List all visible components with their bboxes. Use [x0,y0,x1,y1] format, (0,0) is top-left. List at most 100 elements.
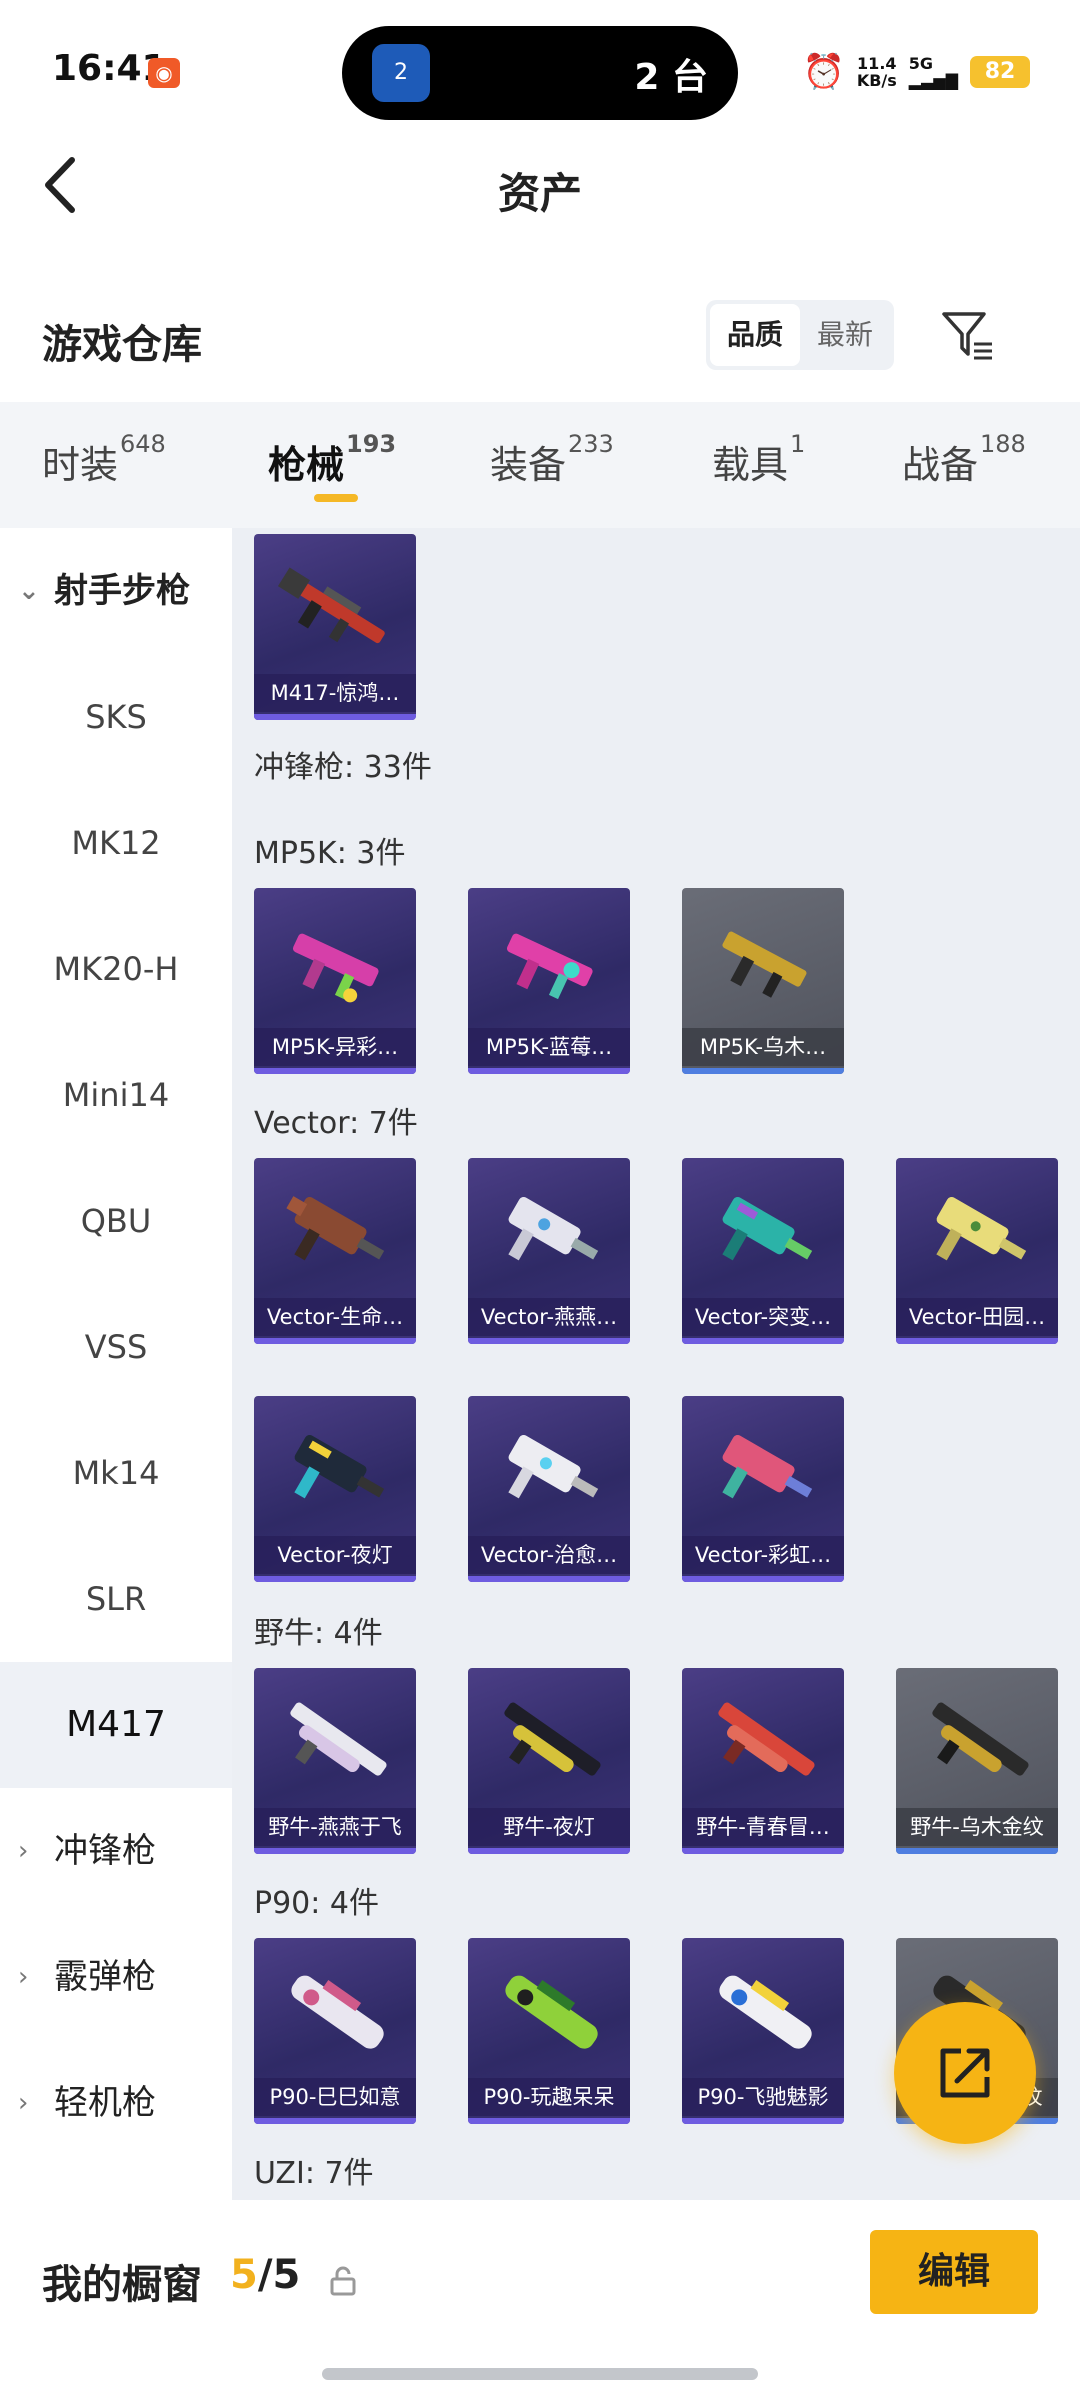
sidebar-item-slr[interactable]: SLR [0,1536,232,1662]
weapon-card-name: 野牛-夜灯 [468,1808,630,1846]
page-title: 资产 [497,169,582,218]
tab-vehicles[interactable]: 载具1 [712,430,805,489]
smg-icon [290,1702,387,1776]
category-tabs: 时装648 枪械193 装备233 载具1 战备188 [0,402,1080,528]
weapon-card-name: MP5K-蓝莓… [468,1028,630,1066]
weapon-card-name: P90-巳巳如意 [254,2078,416,2116]
island-text: 2 台 [634,57,708,98]
weapon-group-label: 野牛: 4件 [254,1616,383,1651]
rarity-bar [468,1576,630,1582]
sort-quality-option[interactable]: 品质 [710,304,800,366]
sidebar-item-mini14[interactable]: Mini14 [0,1032,232,1158]
tab-fashion[interactable]: 时装648 [42,430,166,489]
weapon-card[interactable]: Vector-燕燕… [468,1158,630,1344]
sidebar-item-mk14[interactable]: Mk14 [0,1410,232,1536]
weapon-card[interactable]: MP5K-乌木… [682,888,844,1074]
broadcast-icon: 2 [372,44,430,102]
weapon-card[interactable]: Vector-生命… [254,1158,416,1344]
smg-icon [504,1702,601,1776]
alarm-icon: ⏰ [802,52,845,92]
weapon-card[interactable]: Vector-彩虹… [682,1396,844,1582]
section-header: 游戏仓库 品质 最新 [0,300,1080,380]
weapon-card[interactable]: Vector-突变… [682,1158,844,1344]
weapon-card[interactable]: Vector-治愈… [468,1396,630,1582]
chevron-right-icon: › [18,1836,29,1866]
app-notification-icon: ◉ [148,58,180,88]
smg-icon [722,931,807,998]
tab-battle-gear[interactable]: 战备188 [902,430,1026,489]
weapon-card[interactable]: 野牛-乌木金纹 [896,1668,1058,1854]
rarity-bar [468,2118,630,2124]
rarity-bar [254,1848,416,1854]
smg-icon [936,1197,1027,1261]
weapon-card[interactable]: 野牛-燕燕于飞 [254,1668,416,1854]
weapon-card[interactable]: P90-巳巳如意 [254,1938,416,2124]
share-button[interactable] [894,2002,1036,2144]
rarity-bar [468,1848,630,1854]
net-speed: 11.4 KB/s [856,54,897,90]
weapon-card-name: M417-惊鸿… [254,674,416,712]
weapon-card[interactable]: 野牛-青春冒… [682,1668,844,1854]
sidebar-item-qbu[interactable]: QBU [0,1158,232,1284]
weapon-card[interactable]: MP5K-异彩… [254,888,416,1074]
rarity-bar [682,1338,844,1344]
showcase-count: 5/5 [230,2252,301,2298]
weapon-card[interactable]: P90-飞驰魅影 [682,1938,844,2124]
sidebar-group-marksman-rifle[interactable]: ⌄ 射手步枪 [0,528,232,654]
rarity-bar [254,1068,416,1074]
weapon-group-label: Vector: 7件 [254,1106,418,1141]
tab-guns[interactable]: 枪械193 [268,430,396,489]
share-icon [940,2048,990,2098]
smg-icon [722,1197,813,1261]
weapon-card-name: MP5K-异彩… [254,1028,416,1066]
rifle-icon [277,567,385,644]
dynamic-island[interactable]: 2 2 台 [342,26,738,120]
section-title: 游戏仓库 [42,322,202,368]
sort-newest-option[interactable]: 最新 [800,304,890,366]
weapon-group-label: UZI: 7件 [254,2156,374,2191]
sidebar-item-vss[interactable]: VSS [0,1284,232,1410]
status-indicators: ⏰ 11.4 KB/s 5G ▂▃▅▇ 82 [802,52,1030,92]
weapon-card[interactable]: P90-玩趣呆呆 [468,1938,630,2124]
smg-icon [292,933,379,1003]
weapon-card[interactable]: M417-惊鸿… [254,534,416,720]
edit-button[interactable]: 编辑 [870,2230,1038,2314]
sidebar-item-mk20h[interactable]: MK20-H [0,906,232,1032]
weapon-card[interactable]: Vector-夜灯 [254,1396,416,1582]
rarity-bar [896,1848,1058,1854]
sidebar-group-lmg[interactable]: › 轻机枪 [0,2040,232,2166]
sort-toggle: 品质 最新 [706,300,894,370]
chevron-right-icon: › [18,1962,29,1992]
weapon-group-label: MP5K: 3件 [254,836,406,871]
sidebar-item-mk12[interactable]: MK12 [0,780,232,906]
weapon-card[interactable]: Vector-田园… [896,1158,1058,1344]
smg-icon [508,1197,599,1261]
rarity-bar [254,1576,416,1582]
smg-icon [718,1702,815,1776]
sidebar-group-shotgun[interactable]: › 霰弹枪 [0,1914,232,2040]
sidebar-item-m417[interactable]: M417 [0,1662,232,1788]
rarity-bar [468,1068,630,1074]
lock-icon[interactable] [328,2266,358,2296]
weapon-card-name: 野牛-乌木金纹 [896,1808,1058,1846]
smg-icon [932,1702,1029,1776]
rarity-bar [682,1848,844,1854]
filter-icon[interactable] [940,308,996,364]
home-indicator[interactable] [322,2368,758,2380]
bottom-bar: 我的橱窗 5/5 编辑 [0,2200,1080,2400]
smg-icon [505,1975,598,2049]
tab-equipment[interactable]: 装备233 [490,430,614,489]
smg-icon [294,1435,385,1499]
showcase-label: 我的橱窗 [42,2262,202,2308]
weapon-card-name: P90-玩趣呆呆 [468,2078,630,2116]
weapon-card[interactable]: MP5K-蓝莓… [468,888,630,1074]
weapon-card[interactable]: 野牛-夜灯 [468,1668,630,1854]
weapon-sidebar: ⌄ 射手步枪 SKS MK12 MK20-H Mini14 QBU VSS Mk1… [0,528,232,2200]
rarity-bar [682,1576,844,1582]
smg-icon [508,1435,599,1499]
sidebar-item-sks[interactable]: SKS [0,654,232,780]
chevron-right-icon: › [18,2088,29,2118]
signal-icon: 5G ▂▃▅▇ [908,54,958,90]
smg-icon [722,1435,813,1499]
sidebar-group-smg[interactable]: › 冲锋枪 [0,1788,232,1914]
